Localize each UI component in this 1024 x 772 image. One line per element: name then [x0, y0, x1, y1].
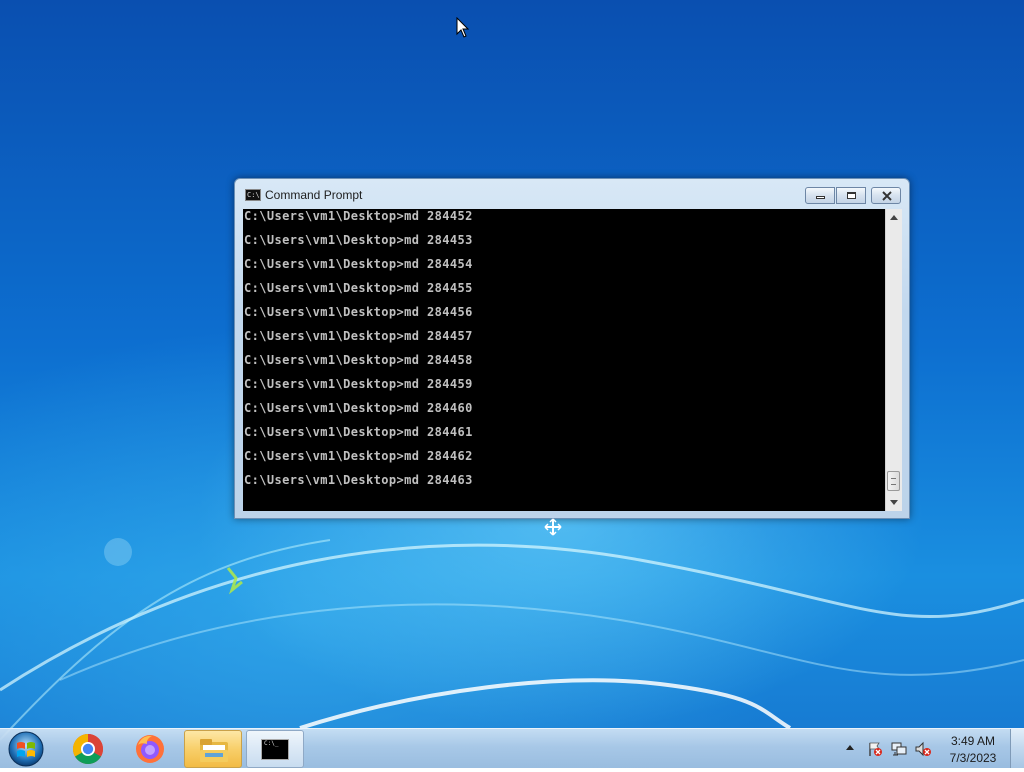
- console-line: C:\Users\vm1\Desktop>md 284463: [244, 473, 473, 487]
- command-prompt-window[interactable]: C:\ Command Prompt C:\Users\vm1\Desktop>…: [234, 178, 910, 519]
- folder-icon: [200, 739, 228, 762]
- move-cursor-icon: [544, 518, 562, 536]
- cmd-icon: C:\_: [261, 739, 289, 760]
- console-line: C:\Users\vm1\Desktop>md 284462: [244, 449, 473, 463]
- console-line: C:\Users\vm1\Desktop>md 284452: [244, 209, 473, 223]
- action-center-flag-icon[interactable]: [867, 741, 883, 757]
- taskbar-chrome[interactable]: [60, 730, 116, 768]
- start-button[interactable]: [6, 730, 46, 768]
- console-output[interactable]: C:\Users\vm1\Desktop>md 284452 C:\Users\…: [243, 209, 885, 511]
- scroll-down-arrow-icon[interactable]: [890, 500, 898, 505]
- volume-muted-icon[interactable]: [915, 741, 931, 757]
- taskbar-command-prompt[interactable]: C:\_: [246, 730, 304, 768]
- taskbar-file-explorer[interactable]: [184, 730, 242, 768]
- console-line: C:\Users\vm1\Desktop>md 284457: [244, 329, 473, 343]
- console-line: C:\Users\vm1\Desktop>md 284455: [244, 281, 473, 295]
- close-button[interactable]: [871, 187, 901, 204]
- maximize-button[interactable]: [836, 187, 866, 204]
- vertical-scrollbar[interactable]: [885, 209, 902, 511]
- windows-logo-icon: [8, 731, 44, 767]
- desktop[interactable]: C:\ Command Prompt C:\Users\vm1\Desktop>…: [0, 0, 1024, 768]
- show-hidden-icons-arrow[interactable]: [846, 745, 854, 750]
- minimize-button[interactable]: [805, 187, 835, 204]
- taskbar: C:\_ 3:49 AM 7/3/2023: [0, 728, 1024, 768]
- network-icon[interactable]: [891, 741, 907, 757]
- scroll-up-arrow-icon[interactable]: [890, 215, 898, 220]
- cmd-app-icon[interactable]: C:\: [245, 189, 261, 201]
- mouse-pointer-icon: [456, 17, 470, 38]
- show-desktop-button[interactable]: [1010, 729, 1024, 768]
- clock-date[interactable]: 7/3/2023: [938, 751, 1008, 765]
- chrome-icon: [72, 734, 104, 765]
- console-line: C:\Users\vm1\Desktop>md 284453: [244, 233, 473, 247]
- console-line: C:\Users\vm1\Desktop>md 284461: [244, 425, 473, 439]
- scrollbar-thumb[interactable]: [887, 471, 900, 491]
- console-line: C:\Users\vm1\Desktop>md 284458: [244, 353, 473, 367]
- console-line: C:\Users\vm1\Desktop>md 284456: [244, 305, 473, 319]
- window-title: Command Prompt: [265, 188, 363, 202]
- taskbar-firefox[interactable]: [122, 730, 178, 768]
- close-icon: [882, 191, 892, 201]
- window-titlebar[interactable]: C:\ Command Prompt: [235, 179, 909, 209]
- console-line: C:\Users\vm1\Desktop>md 284454: [244, 257, 473, 271]
- firefox-icon: [136, 735, 164, 763]
- console-line: C:\Users\vm1\Desktop>md 284459: [244, 377, 473, 391]
- clock-time[interactable]: 3:49 AM: [938, 734, 1008, 748]
- console-line: C:\Users\vm1\Desktop>md 284460: [244, 401, 473, 415]
